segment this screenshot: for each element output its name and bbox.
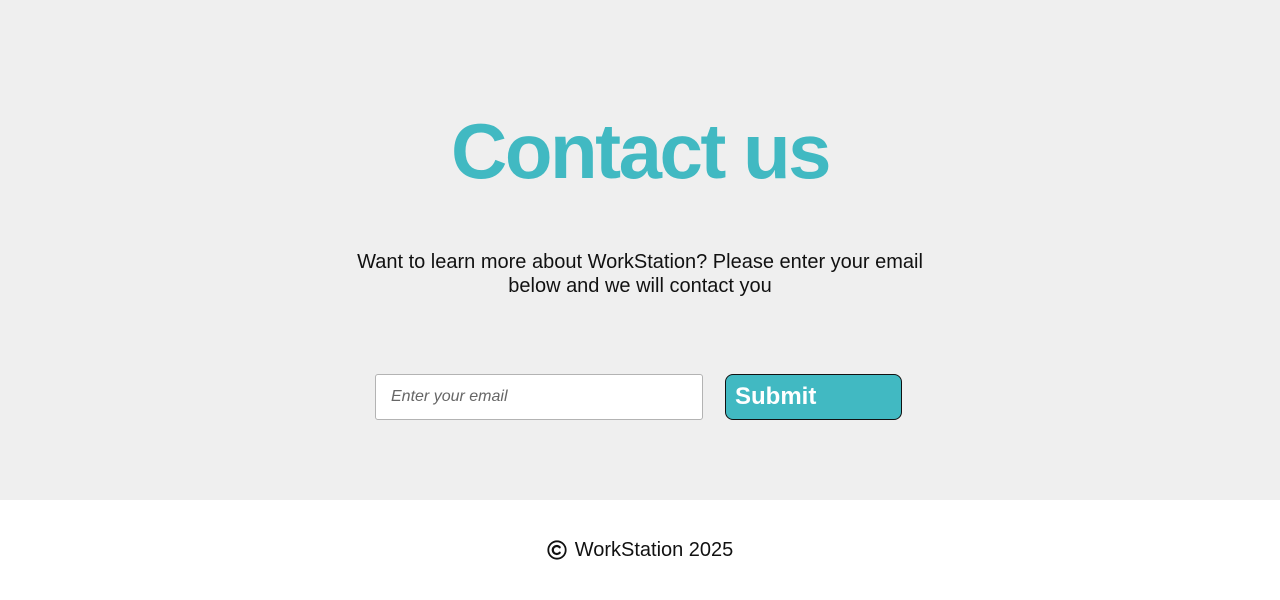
copyright-icon: [547, 540, 567, 560]
contact-section: Contact us Want to learn more about Work…: [0, 0, 1280, 500]
contact-description: Want to learn more about WorkStation? Pl…: [357, 251, 923, 297]
submit-button[interactable]: Submit: [725, 374, 902, 420]
footer-copyright: WorkStation 2025: [0, 537, 1280, 563]
page-title: Contact us: [450, 107, 832, 195]
footer-text: WorkStation 2025: [574, 539, 734, 561]
footer: WorkStation 2025: [0, 500, 1280, 600]
email-input[interactable]: [375, 374, 703, 420]
